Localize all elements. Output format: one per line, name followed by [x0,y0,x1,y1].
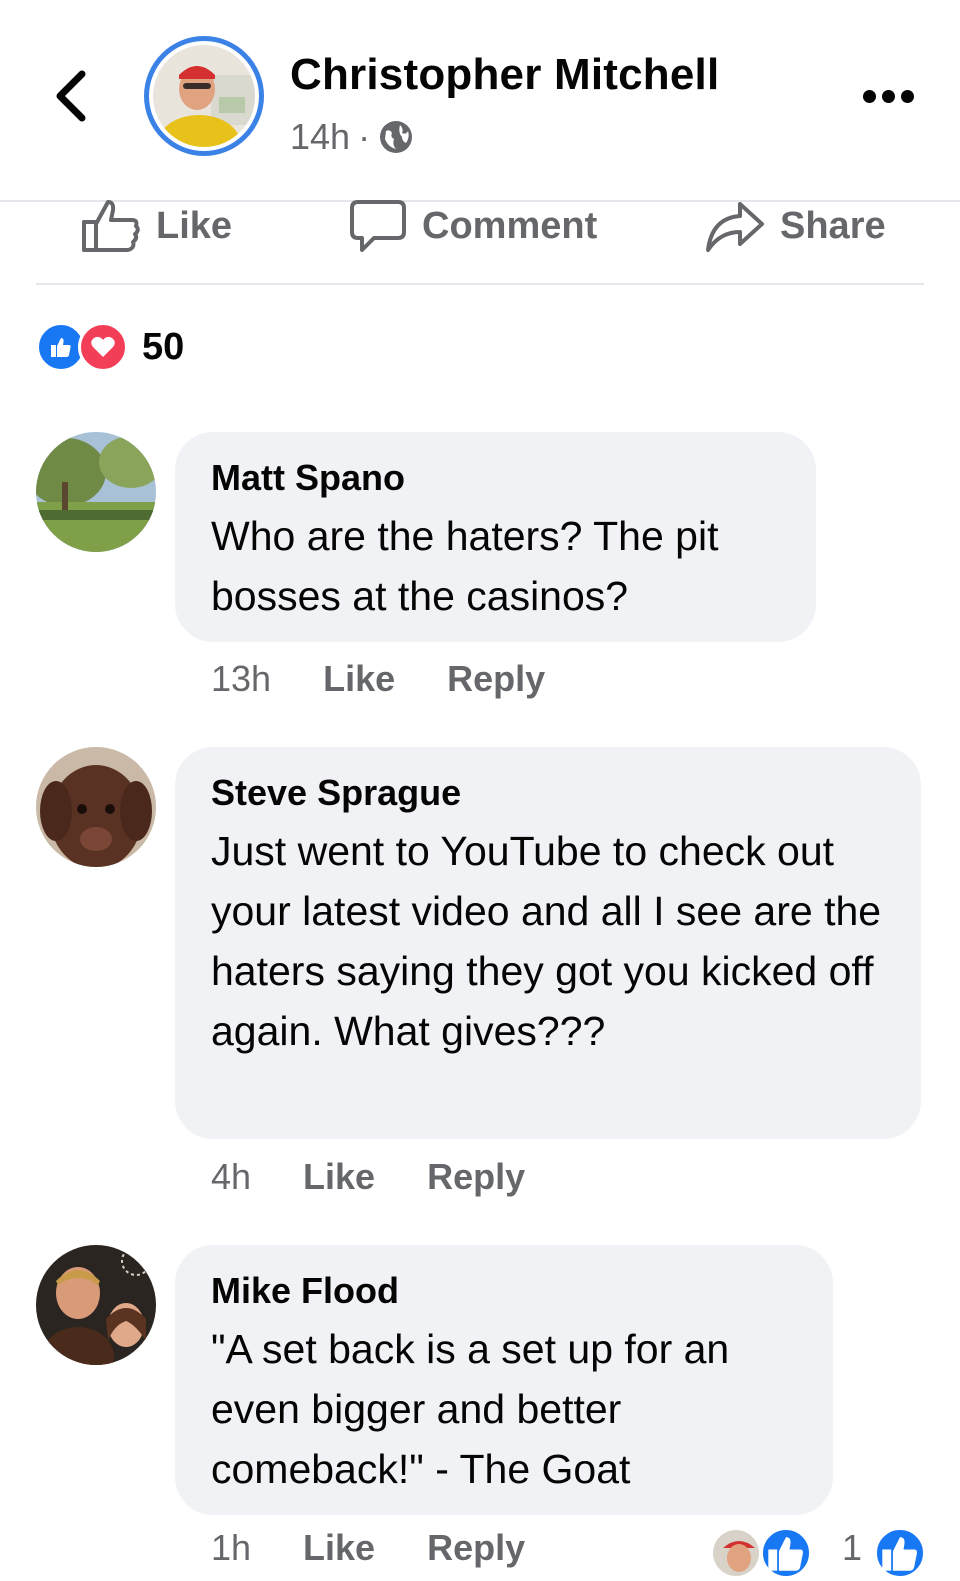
commenter-avatar[interactable] [36,747,156,867]
like-action-button[interactable]: Like [80,196,232,256]
comment-reaction-count: 1 [842,1527,863,1568]
post-meta: 14h · [290,116,414,158]
reactor-avatar [710,1527,762,1579]
share-action-button[interactable]: Share [704,196,886,256]
comment-reply-button[interactable]: Reply [447,658,545,700]
comment-text: "A set back is a set up for an even bigg… [211,1326,730,1492]
like-reaction-icon[interactable] [874,1527,926,1579]
comment-footer: 13h Like Reply [211,658,545,700]
commenter-avatar[interactable] [36,432,156,552]
comment-action-button[interactable]: Comment [348,196,597,256]
commenter-avatar[interactable] [36,1245,156,1365]
comment-time: 13h [211,658,272,699]
back-button[interactable] [48,66,92,126]
dot [862,89,876,103]
author-avatar[interactable] [144,36,264,156]
dot [881,89,895,103]
globe-icon [380,121,413,153]
comment-bubble: Mike Flood "A set back is a set up for a… [175,1245,833,1515]
post-time: 14h [290,116,351,157]
comment-time: 4h [211,1156,252,1197]
comment-action-label: Comment [422,204,598,247]
comment-reply-button[interactable]: Reply [427,1527,525,1569]
more-options-button[interactable] [858,78,918,114]
share-action-label: Share [780,204,886,247]
commenter-name[interactable]: Steve Sprague [211,771,885,815]
comment-bubble: Matt Spano Who are the haters? The pit b… [175,432,816,642]
action-divider [36,283,924,285]
like-reaction-icon [760,1527,812,1579]
chevron-left-icon [56,70,86,122]
reaction-count: 50 [142,325,185,368]
comment-like-button[interactable]: Like [303,1156,375,1198]
reaction-summary[interactable]: 50 [36,320,184,374]
commenter-name[interactable]: Matt Spano [211,456,780,500]
comment-bubble: Steve Sprague Just went to YouTube to ch… [175,747,921,1139]
like-action-label: Like [156,204,233,247]
comment-like-button[interactable]: Like [323,658,395,700]
love-reaction-icon [78,322,128,372]
comment-text: Just went to YouTube to check out your l… [211,828,882,1054]
share-arrow-icon [706,202,764,252]
comment-footer: 1h Like Reply [211,1527,525,1569]
commenter-name[interactable]: Mike Flood [211,1269,797,1313]
comment-time: 1h [211,1527,252,1568]
post-author-name[interactable]: Christopher Mitchell [290,50,719,100]
thumbs-up-icon [82,200,140,252]
comment-like-button[interactable]: Like [303,1527,375,1569]
meta-separator: · [358,116,371,157]
comment-bubble-icon [350,200,406,252]
dot [900,89,914,103]
comment-footer: 4h Like Reply [211,1156,525,1198]
comment-reply-button[interactable]: Reply [427,1156,525,1198]
comment-text: Who are the haters? The pit bosses at th… [211,513,719,619]
